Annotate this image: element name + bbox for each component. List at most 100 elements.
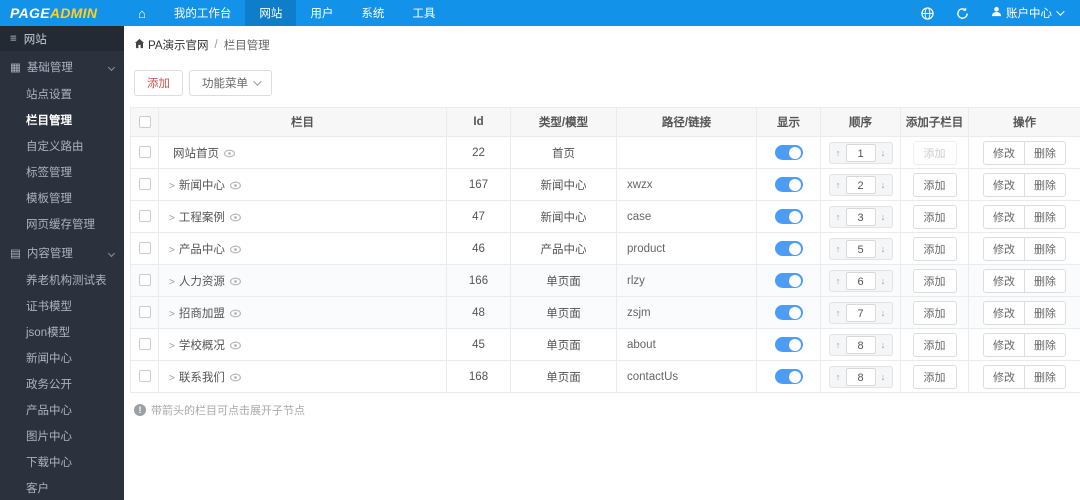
arrow-up-icon[interactable]: ↑ xyxy=(831,340,846,350)
delete-button[interactable]: 删除 xyxy=(1024,140,1066,165)
sidebar-title[interactable]: ≡ 网站 xyxy=(0,26,124,51)
arrow-down-icon[interactable]: ↓ xyxy=(876,148,891,158)
add-child-button[interactable]: 添加 xyxy=(912,236,957,261)
edit-button[interactable]: 修改 xyxy=(983,332,1024,357)
arrow-down-icon[interactable]: ↓ xyxy=(876,340,891,350)
column-name-cell[interactable]: > 新闻中心 xyxy=(158,168,447,201)
add-child-button[interactable]: 添加 xyxy=(912,300,957,325)
edit-button[interactable]: 修改 xyxy=(983,172,1024,197)
order-input[interactable]: 5 xyxy=(845,239,876,258)
add-child-button[interactable]: 添加 xyxy=(912,332,957,357)
sidebar-group-header[interactable]: ▤ 内容管理 xyxy=(0,237,124,267)
row-checkbox[interactable] xyxy=(138,178,151,191)
arrow-down-icon[interactable]: ↓ xyxy=(876,180,891,190)
delete-button[interactable]: 删除 xyxy=(1024,364,1066,389)
column-name-cell[interactable]: > 学校概况 xyxy=(158,328,447,361)
nav-item-home[interactable]: ⌂ xyxy=(124,0,160,26)
account-menu[interactable]: 账户中心 xyxy=(991,5,1065,21)
sidebar-item[interactable]: 政务公开 xyxy=(0,371,124,397)
arrow-up-icon[interactable]: ↑ xyxy=(831,308,846,318)
sidebar-item[interactable]: 标签管理 xyxy=(0,159,124,185)
delete-button[interactable]: 删除 xyxy=(1024,268,1066,293)
row-checkbox[interactable] xyxy=(138,338,151,351)
sidebar-item[interactable]: 证书模型 xyxy=(0,293,124,319)
arrow-down-icon[interactable]: ↓ xyxy=(876,244,891,254)
add-child-button[interactable]: 添加 xyxy=(912,140,957,165)
order-input[interactable]: 6 xyxy=(845,271,876,290)
row-checkbox[interactable] xyxy=(138,370,151,383)
column-name-cell[interactable]: > 人力资源 xyxy=(158,264,447,297)
nav-item[interactable]: 我的工作台 xyxy=(160,0,246,26)
sidebar-item[interactable]: 客户 xyxy=(0,475,124,500)
visibility-toggle[interactable] xyxy=(774,305,803,320)
row-checkbox[interactable] xyxy=(138,306,151,319)
arrow-up-icon[interactable]: ↑ xyxy=(831,276,846,286)
sidebar-group-header[interactable]: ▦ 基础管理 xyxy=(0,51,124,81)
add-child-button[interactable]: 添加 xyxy=(912,268,957,293)
arrow-down-icon[interactable]: ↓ xyxy=(876,372,891,382)
function-menu-button[interactable]: 功能菜单 xyxy=(189,70,272,96)
edit-button[interactable]: 修改 xyxy=(983,364,1024,389)
add-child-button[interactable]: 添加 xyxy=(912,172,957,197)
edit-button[interactable]: 修改 xyxy=(983,236,1024,261)
delete-button[interactable]: 删除 xyxy=(1024,204,1066,229)
arrow-up-icon[interactable]: ↑ xyxy=(831,212,846,222)
edit-button[interactable]: 修改 xyxy=(983,204,1024,229)
add-child-button[interactable]: 添加 xyxy=(912,364,957,389)
delete-button[interactable]: 删除 xyxy=(1024,236,1066,261)
row-checkbox[interactable] xyxy=(138,274,151,287)
nav-item[interactable]: 工具 xyxy=(398,0,449,26)
delete-button[interactable]: 删除 xyxy=(1024,300,1066,325)
arrow-down-icon[interactable]: ↓ xyxy=(876,308,891,318)
add-child-button[interactable]: 添加 xyxy=(912,204,957,229)
visibility-toggle[interactable] xyxy=(774,177,803,192)
globe-icon[interactable] xyxy=(921,6,934,20)
visibility-toggle[interactable] xyxy=(774,145,803,160)
sidebar-item[interactable]: 下载中心 xyxy=(0,449,124,475)
visibility-toggle[interactable] xyxy=(774,273,803,288)
visibility-toggle[interactable] xyxy=(774,369,803,384)
sidebar-item[interactable]: 自定义路由 xyxy=(0,133,124,159)
row-checkbox[interactable] xyxy=(138,146,151,159)
order-input[interactable]: 8 xyxy=(845,367,876,386)
visibility-toggle[interactable] xyxy=(774,241,803,256)
select-all-checkbox[interactable] xyxy=(138,115,151,128)
visibility-toggle[interactable] xyxy=(774,209,803,224)
order-input[interactable]: 8 xyxy=(845,335,876,354)
row-checkbox[interactable] xyxy=(138,210,151,223)
row-checkbox[interactable] xyxy=(138,242,151,255)
column-name-cell[interactable]: > 产品中心 xyxy=(158,232,447,265)
delete-button[interactable]: 删除 xyxy=(1024,332,1066,357)
column-name-cell[interactable]: 网站首页 xyxy=(158,136,447,169)
column-name-cell[interactable]: > 招商加盟 xyxy=(158,296,447,329)
sidebar-item[interactable]: 新闻中心 xyxy=(0,345,124,371)
column-name-cell[interactable]: > 工程案例 xyxy=(158,200,447,233)
order-input[interactable]: 7 xyxy=(845,303,876,322)
refresh-icon[interactable] xyxy=(956,6,969,20)
sidebar-item[interactable]: 模板管理 xyxy=(0,185,124,211)
sidebar-item[interactable]: 养老机构测试表 xyxy=(0,267,124,293)
nav-item[interactable]: 网站 xyxy=(245,0,297,26)
arrow-up-icon[interactable]: ↑ xyxy=(831,372,846,382)
sidebar-item[interactable]: 栏目管理 xyxy=(0,107,124,133)
add-button[interactable]: 添加 xyxy=(134,70,183,96)
visibility-toggle[interactable] xyxy=(774,337,803,352)
delete-button[interactable]: 删除 xyxy=(1024,172,1066,197)
column-name-cell[interactable]: > 联系我们 xyxy=(158,360,447,393)
nav-item[interactable]: 用户 xyxy=(296,0,347,26)
sidebar-item[interactable]: 图片中心 xyxy=(0,423,124,449)
order-input[interactable]: 3 xyxy=(845,207,876,226)
order-input[interactable]: 2 xyxy=(845,175,876,194)
arrow-up-icon[interactable]: ↑ xyxy=(831,244,846,254)
edit-button[interactable]: 修改 xyxy=(983,140,1024,165)
arrow-down-icon[interactable]: ↓ xyxy=(876,276,891,286)
arrow-up-icon[interactable]: ↑ xyxy=(831,180,846,190)
edit-button[interactable]: 修改 xyxy=(983,268,1024,293)
edit-button[interactable]: 修改 xyxy=(983,300,1024,325)
nav-item[interactable]: 系统 xyxy=(347,0,398,26)
sidebar-item[interactable]: 网页缓存管理 xyxy=(0,211,124,237)
breadcrumb-site[interactable]: PA演示官网 xyxy=(148,37,209,53)
sidebar-item[interactable]: 站点设置 xyxy=(0,81,124,107)
sidebar-item[interactable]: 产品中心 xyxy=(0,397,124,423)
sidebar-item[interactable]: json模型 xyxy=(0,319,124,345)
